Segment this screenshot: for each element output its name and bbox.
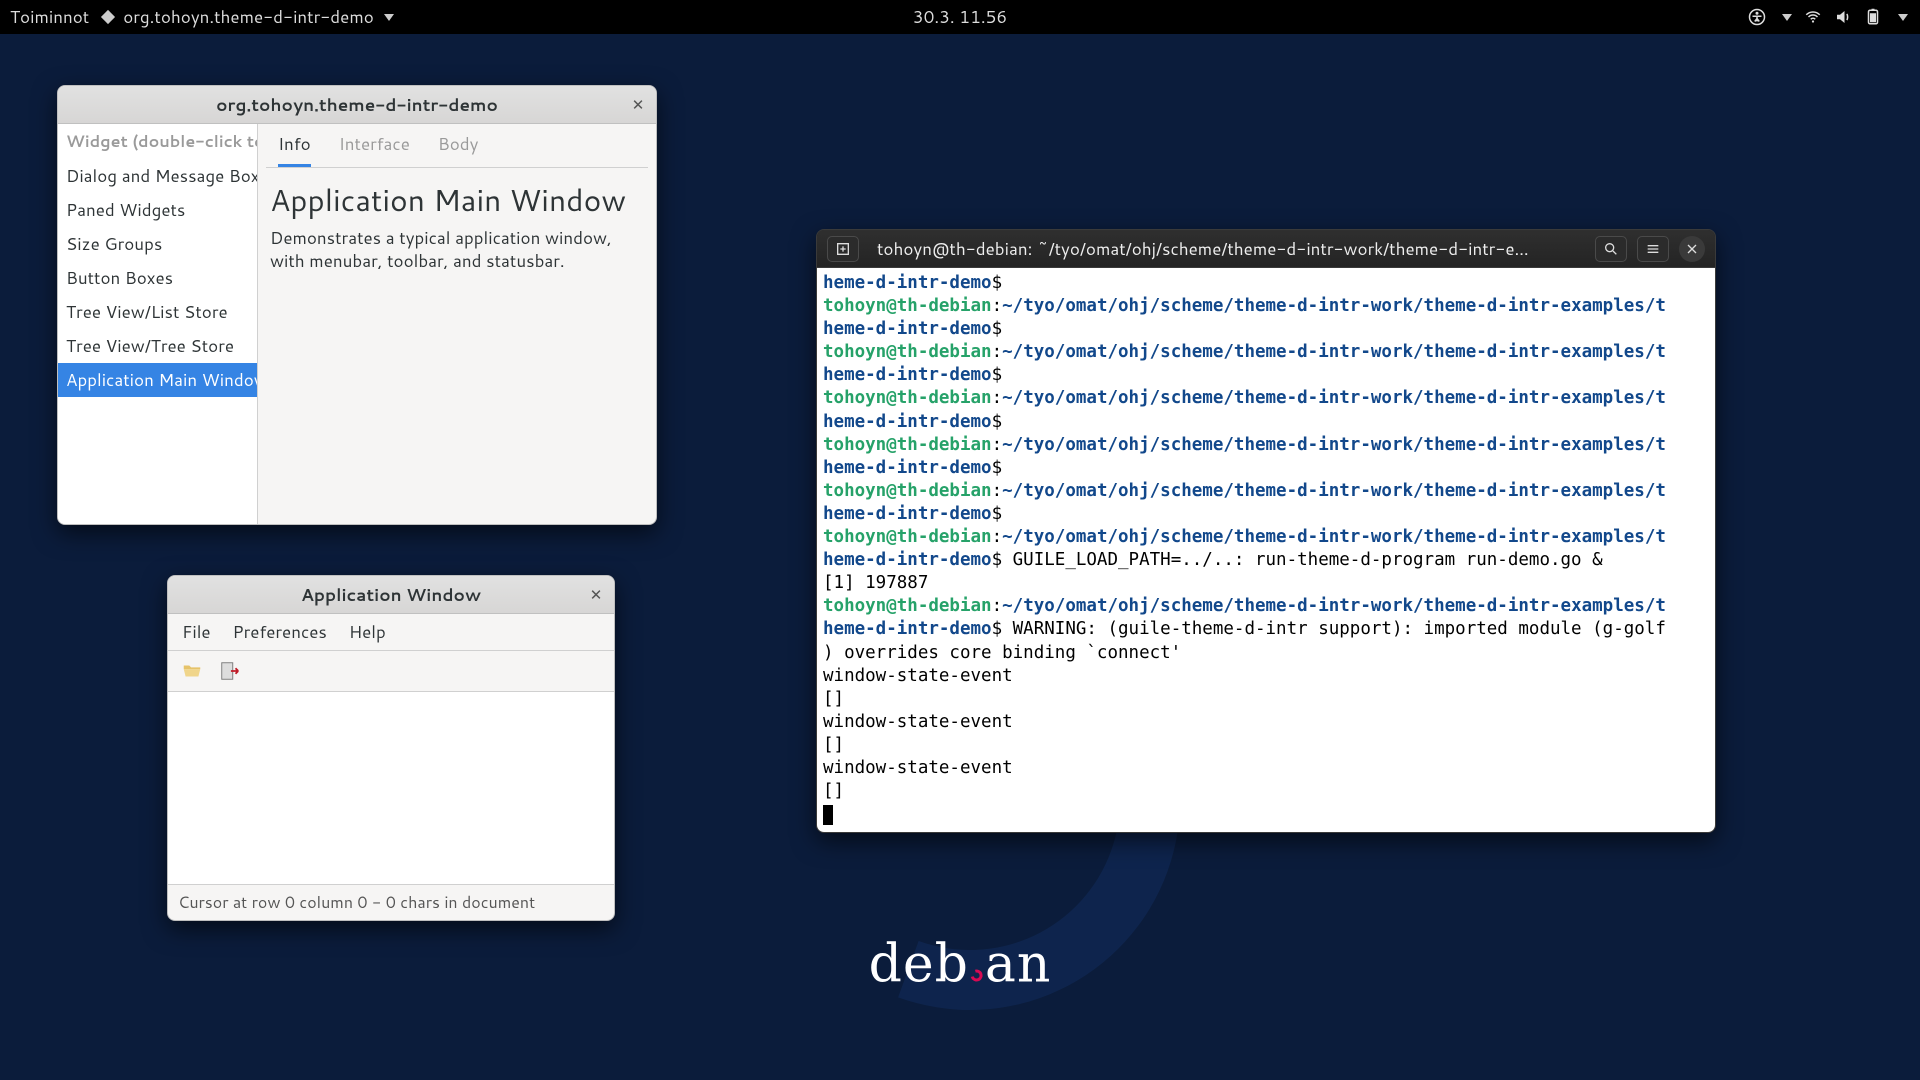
- accessibility-icon[interactable]: [1748, 8, 1766, 26]
- toolbar-open-button[interactable]: [178, 657, 206, 685]
- top-app-name: org.tohoyn.theme-d-intr-demo: [123, 5, 374, 29]
- appmain-title: Application Window: [301, 583, 481, 607]
- top-clock[interactable]: 30.3. 11.56: [913, 5, 1007, 29]
- demo-tabs: Info Interface Body: [266, 124, 648, 168]
- terminal-body[interactable]: heme-d-intr-demo$ tohoyn@th-debian:~/tyo…: [817, 268, 1715, 832]
- chevron-down-icon: [1898, 14, 1908, 21]
- demo-titlebar[interactable]: org.tohoyn.theme-d-intr-demo ✕: [58, 86, 656, 124]
- debian-logo: deb an: [869, 935, 1052, 1006]
- plus-icon: [835, 241, 851, 257]
- appmain-titlebar[interactable]: Application Window ✕: [168, 576, 614, 614]
- menubar: File Preferences Help: [168, 614, 614, 651]
- menu-help[interactable]: Help: [349, 620, 386, 644]
- sidebar-header: Widget (double-click to show): [58, 124, 257, 159]
- chevron-down-icon: [1782, 14, 1792, 21]
- toolbar: [168, 651, 614, 692]
- demo-sidebar: Widget (double-click to show) Dialog and…: [58, 124, 258, 524]
- activities-button[interactable]: Toiminnot: [10, 5, 89, 29]
- demo-title: org.tohoyn.theme-d-intr-demo: [216, 93, 498, 117]
- sidebar-item[interactable]: Tree View/Tree Store: [58, 329, 257, 363]
- sidebar-item[interactable]: Button Boxes: [58, 261, 257, 295]
- tab-info[interactable]: Info: [278, 132, 311, 167]
- terminal-title: tohoyn@th-debian: ~/tyo/omat/ohj/scheme/…: [877, 237, 1577, 261]
- exit-icon: [219, 660, 241, 682]
- new-tab-button[interactable]: [827, 236, 859, 262]
- menu-preferences[interactable]: Preferences: [233, 620, 327, 644]
- demo-description: Demonstrates a typical application windo…: [266, 227, 648, 273]
- terminal-titlebar[interactable]: tohoyn@th-debian: ~/tyo/omat/ohj/scheme/…: [817, 230, 1715, 268]
- top-app-menu[interactable]: org.tohoyn.theme-d-intr-demo: [103, 5, 394, 29]
- search-icon: [1603, 241, 1619, 257]
- debian-text: deb: [869, 935, 969, 995]
- debian-swirl-icon: [969, 967, 985, 983]
- close-button[interactable]: [1679, 236, 1705, 262]
- tab-body[interactable]: Body: [438, 132, 479, 167]
- demo-window: org.tohoyn.theme-d-intr-demo ✕ Widget (d…: [57, 85, 657, 525]
- volume-icon[interactable]: [1834, 8, 1852, 26]
- demo-heading: Application Main Window: [266, 168, 648, 227]
- debian-text: an: [985, 935, 1052, 995]
- close-button[interactable]: ✕: [628, 95, 648, 115]
- tab-interface[interactable]: Interface: [339, 132, 410, 167]
- sidebar-item[interactable]: Paned Widgets: [58, 193, 257, 227]
- sidebar-item[interactable]: Tree View/List Store: [58, 295, 257, 329]
- hamburger-icon: [1645, 241, 1661, 257]
- sidebar-item[interactable]: Dialog and Message Boxes: [58, 159, 257, 193]
- close-icon: [1684, 241, 1700, 257]
- menu-file[interactable]: File: [182, 620, 211, 644]
- statusbar: Cursor at row 0 column 0 - 0 chars in do…: [168, 884, 614, 920]
- app-icon: [101, 10, 115, 24]
- close-button[interactable]: ✕: [586, 585, 606, 605]
- battery-icon[interactable]: [1864, 8, 1882, 26]
- terminal-window: tohoyn@th-debian: ~/tyo/omat/ohj/scheme/…: [816, 229, 1716, 833]
- toolbar-quit-button[interactable]: [216, 657, 244, 685]
- text-area[interactable]: [168, 692, 614, 884]
- search-button[interactable]: [1595, 236, 1627, 262]
- wifi-icon[interactable]: [1804, 8, 1822, 26]
- application-window: Application Window ✕ File Preferences He…: [167, 575, 615, 921]
- sidebar-item-selected[interactable]: Application Main Window: [58, 363, 257, 397]
- gnome-top-bar: Toiminnot org.tohoyn.theme-d-intr-demo 3…: [0, 0, 1920, 34]
- chevron-down-icon: [384, 14, 394, 21]
- folder-open-icon: [181, 660, 203, 682]
- sidebar-item[interactable]: Size Groups: [58, 227, 257, 261]
- menu-button[interactable]: [1637, 236, 1669, 262]
